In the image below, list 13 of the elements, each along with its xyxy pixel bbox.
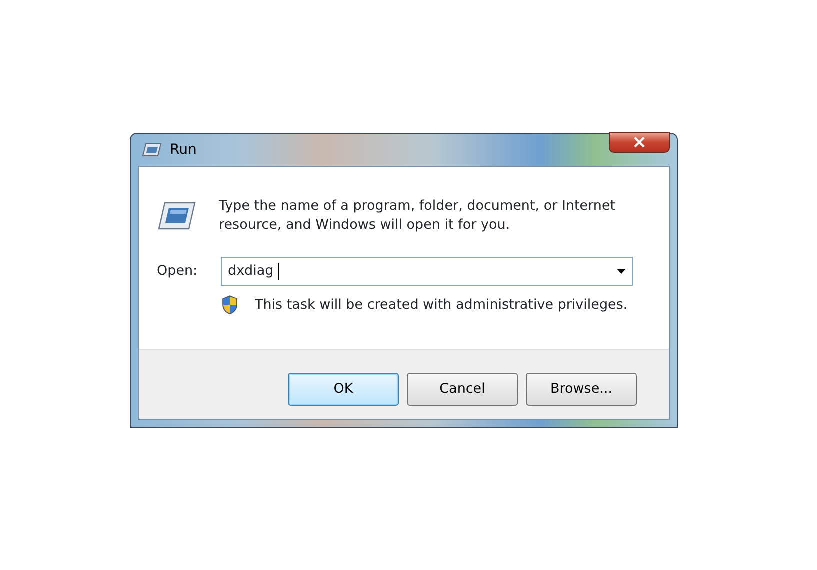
default-button[interactable]: OK — [288, 373, 399, 406]
run-icon — [142, 143, 162, 157]
close-button[interactable]: × — [609, 132, 670, 153]
window-title: Run — [170, 140, 197, 160]
dialog-button[interactable]: Browse... — [526, 373, 637, 406]
shield-icon — [221, 295, 239, 316]
open-label: Open: — [157, 262, 199, 282]
run-icon — [157, 201, 197, 231]
dropdown-arrow-icon[interactable] — [617, 269, 626, 274]
dialog-button[interactable]: Cancel — [407, 373, 518, 406]
privilege-note: This task will be created with administrative privileges. — [255, 296, 628, 315]
instruction-text: Type the name of a program, folder, document, or Internet resource, and Windows will open it for you. — [219, 197, 617, 235]
open-combo-box[interactable]: dxdiag — [221, 257, 633, 286]
